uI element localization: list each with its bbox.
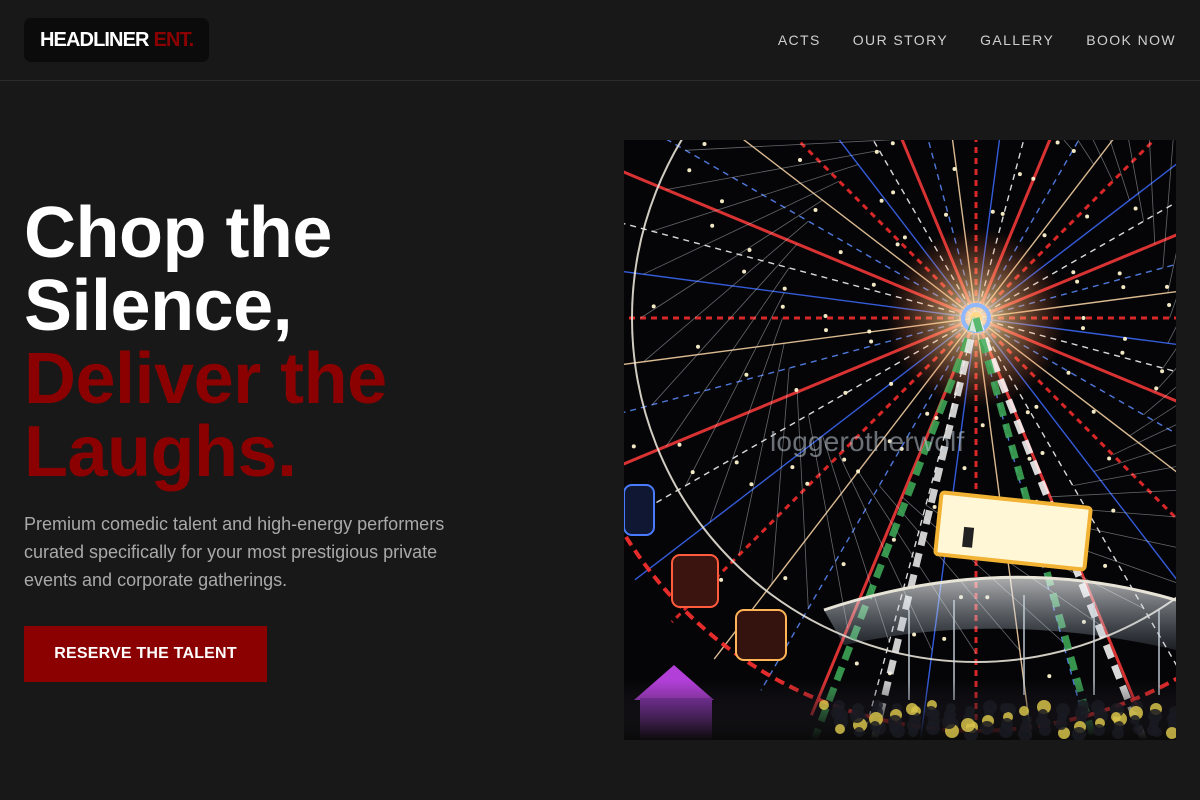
hero-title-line-2: Silence, [24, 266, 293, 346]
reserve-talent-button[interactable]: RESERVE THE TALENT [24, 626, 267, 682]
site-header: HEADLINER ENT. ACTS OUR STORY GALLERY BOO… [0, 0, 1200, 81]
hero-title-line-1: Chop the [24, 193, 332, 273]
main-nav: ACTS OUR STORY GALLERY BOOK NOW [778, 31, 1176, 49]
brand-logo[interactable]: HEADLINER ENT. [24, 18, 210, 62]
nav-link-gallery[interactable]: GALLERY [980, 31, 1054, 49]
hero-title: Chop the Silence, Deliver the Laughs. [24, 197, 584, 489]
hero-title-line-3: Deliver the [24, 339, 387, 419]
hero-image: loggerotherwolf [624, 140, 1176, 740]
image-watermark: loggerotherwolf [770, 426, 965, 457]
hero-title-line-4: Laughs. [24, 412, 297, 492]
nav-link-book-now[interactable]: BOOK NOW [1086, 31, 1176, 49]
nav-link-our-story[interactable]: OUR STORY [853, 31, 948, 49]
hero-description: Premium comedic talent and high-energy p… [24, 514, 445, 590]
logo-main-text: HEADLINER [40, 28, 149, 51]
logo-accent-text: ENT. [153, 28, 195, 51]
nav-link-acts[interactable]: ACTS [778, 31, 821, 49]
